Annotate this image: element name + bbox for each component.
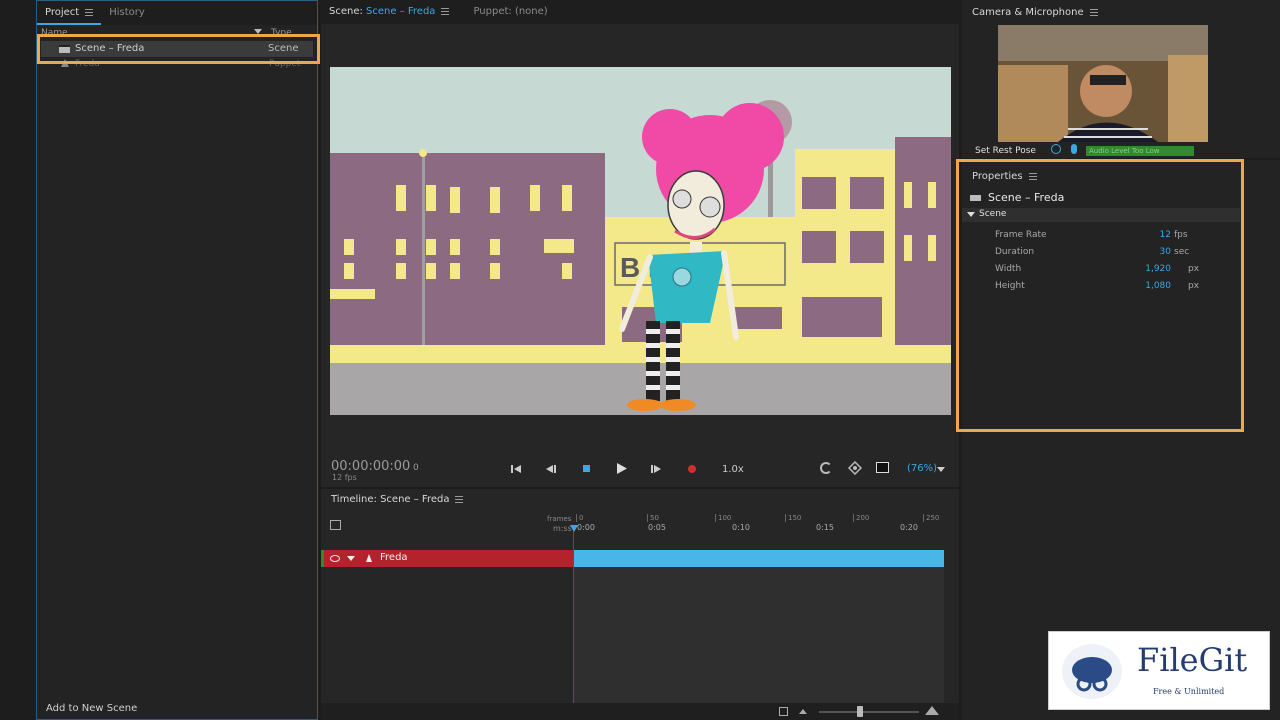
time-tick: 0:20 xyxy=(900,523,918,532)
set-rest-pose-button[interactable]: Set Rest Pose xyxy=(975,146,1036,156)
playhead-handle[interactable] xyxy=(570,525,578,532)
panel-menu-icon[interactable] xyxy=(441,7,450,15)
frame-tick: 0 xyxy=(576,514,583,522)
camera-preview xyxy=(998,25,1208,142)
building-right xyxy=(895,137,951,357)
track-name: Freda xyxy=(380,552,408,563)
transport-bar: 00:00:00:00 0 12 fps 1.0x (76%) xyxy=(321,452,959,486)
fps-label: 12 fps xyxy=(332,473,357,482)
frame-number: 0 xyxy=(413,463,419,473)
add-to-new-scene-button[interactable]: Add to New Scene xyxy=(46,703,137,714)
time-tick: 0:00 xyxy=(577,523,595,532)
tab-scene-prefix: Scene: xyxy=(329,6,363,17)
frames-label: frames xyxy=(547,515,572,523)
track-area xyxy=(574,567,944,707)
zoom-chevron-down-icon[interactable] xyxy=(937,467,945,472)
audio-level-meter: Audio Level Too Low xyxy=(1086,146,1194,156)
project-tabbar: Project History xyxy=(37,1,317,25)
camera-title: Camera & Microphone xyxy=(972,7,1098,18)
timeline-options-icon[interactable] xyxy=(330,520,341,530)
loop-icon[interactable] xyxy=(820,462,832,474)
time-tick: 0:15 xyxy=(816,523,834,532)
frame-tick: 50 xyxy=(647,514,659,522)
tab-project[interactable]: Project xyxy=(37,1,102,25)
tab-scene-name: Scene – Freda xyxy=(366,6,436,17)
timeline-title: Timeline: Scene – Freda xyxy=(331,494,464,505)
scene-tabbar: Scene: Scene – Freda Puppet: (none) xyxy=(321,0,959,24)
zoom-in-icon[interactable] xyxy=(925,706,939,715)
project-panel: Project History Name Type Scene – Freda … xyxy=(36,0,320,720)
track-header[interactable]: Freda xyxy=(321,550,573,567)
timeline-bottom-bar xyxy=(321,703,959,720)
timeline-panel: Timeline: Scene – Freda frames m:ss 0 50… xyxy=(321,489,959,720)
watermark-logo: FileGit Free & Unlimited xyxy=(1048,631,1270,710)
record-icon[interactable] xyxy=(688,465,696,473)
eye-icon[interactable] xyxy=(330,555,340,562)
frame-tick: 100 xyxy=(715,514,731,522)
highlight-box xyxy=(956,159,1244,432)
cloud-logo-icon xyxy=(1062,644,1122,699)
scene-panel: Scene: Scene – Freda Puppet: (none) B IT… xyxy=(321,0,959,487)
timecode-display[interactable]: 00:00:00:00 xyxy=(331,459,410,474)
panel-menu-icon[interactable] xyxy=(1089,8,1098,16)
zoom-level[interactable]: (76%) xyxy=(907,463,937,474)
timeline-title-text: Timeline: Scene – Freda xyxy=(331,494,450,505)
background-toggle-icon[interactable] xyxy=(876,462,889,473)
scene-canvas[interactable]: B ITO'S xyxy=(330,67,951,415)
time-tick: 0:05 xyxy=(648,523,666,532)
tab-puppet[interactable]: Puppet: (none) xyxy=(465,0,555,24)
tab-project-label: Project xyxy=(45,7,80,18)
track-bar[interactable] xyxy=(574,550,944,567)
watermark-brand: FileGit xyxy=(1137,641,1248,679)
zoom-out-icon[interactable] xyxy=(799,709,807,714)
camera-title-text: Camera & Microphone xyxy=(972,7,1084,18)
zoom-slider-thumb[interactable] xyxy=(857,706,863,717)
playhead[interactable] xyxy=(573,525,574,703)
mss-label: m:ss xyxy=(553,524,572,533)
building-left xyxy=(330,153,605,358)
expand-chevron-down-icon[interactable] xyxy=(347,556,355,561)
puppet-icon xyxy=(366,554,372,562)
camera-panel: Camera & Microphone Set Rest Pose Audio … xyxy=(962,0,1280,158)
play-icon[interactable] xyxy=(617,463,627,474)
fit-icon[interactable] xyxy=(779,707,788,716)
time-tick: 0:10 xyxy=(732,523,750,532)
playback-speed[interactable]: 1.0x xyxy=(722,464,744,475)
camera-toggle-icon[interactable] xyxy=(1051,144,1061,154)
highlight-box xyxy=(37,34,320,64)
track-row[interactable]: Freda xyxy=(321,550,944,567)
panel-menu-icon[interactable] xyxy=(85,8,94,16)
frame-tick: 150 xyxy=(785,514,801,522)
step-forward-icon[interactable] xyxy=(651,464,661,474)
go-to-start-icon[interactable] xyxy=(511,464,521,474)
step-back-icon[interactable] xyxy=(546,464,556,474)
watermark-tagline: Free & Unlimited xyxy=(1153,687,1225,696)
tab-scene[interactable]: Scene: Scene – Freda xyxy=(321,0,457,24)
stop-icon[interactable] xyxy=(583,465,590,472)
panel-menu-icon[interactable] xyxy=(455,495,464,503)
microphone-icon[interactable] xyxy=(1071,144,1077,154)
frame-tick: 250 xyxy=(923,514,939,522)
time-ruler[interactable]: 0 50 100 150 200 250 0:00 0:05 0:10 0:15… xyxy=(573,513,943,535)
tab-history[interactable]: History xyxy=(101,1,153,25)
zoom-slider[interactable] xyxy=(819,711,919,713)
onion-skin-icon[interactable] xyxy=(847,460,863,476)
frame-tick: 200 xyxy=(853,514,869,522)
